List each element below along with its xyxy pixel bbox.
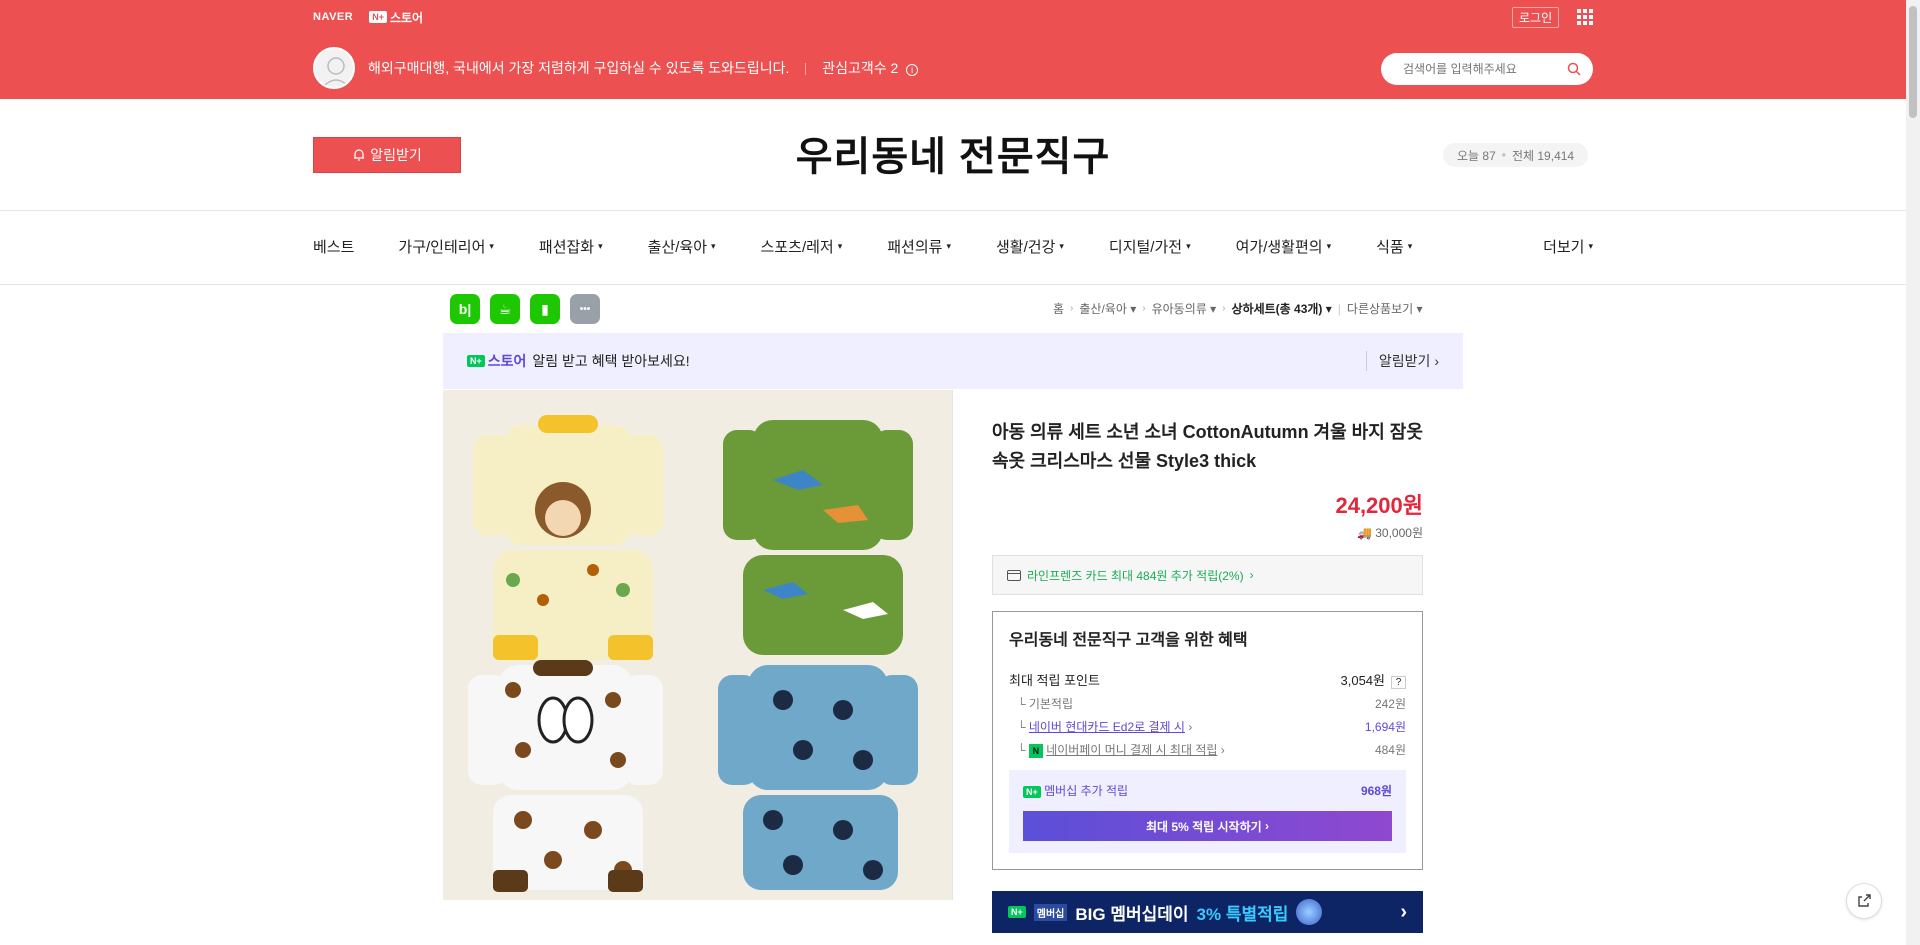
category-nav: 베스트 가구/인테리어 ▾ 패션잡화 ▾ 출산/육아 ▾ 스포츠/레저 ▾ 패션의류 ▾ …	[313, 236, 1593, 257]
today-count: 오늘 87	[1457, 148, 1496, 163]
divider	[0, 210, 1906, 211]
benefit-row-card[interactable]: └ 네이버 현대카드 Ed2로 결제 시 › 1,694원	[1009, 718, 1406, 735]
max-point-row: 최대 적립 포인트 3,054원?	[1009, 670, 1406, 689]
chevron-right-icon: ›	[1400, 900, 1407, 923]
shipping-fee: 🚚 30,000원	[1356, 526, 1423, 540]
npay-icon: N	[1028, 744, 1043, 758]
share-icon[interactable]	[1846, 883, 1882, 919]
banner-highlight: 3% 특별적립	[1196, 904, 1289, 924]
nplus-badge: N+	[1008, 906, 1026, 918]
help-icon[interactable]: ?	[1391, 676, 1406, 689]
promo-text: 알림 받고 혜택 받아보세요!	[532, 353, 690, 369]
benefit-row-npay[interactable]: └ N 네이버페이 머니 결제 시 최대 적립 › 484원	[1009, 741, 1406, 758]
store-logo[interactable]: N+ 스토어	[369, 9, 423, 26]
notification-promo-banner[interactable]: N+ 스토어 알림 받고 혜택 받아보세요! 알림받기 ›	[443, 333, 1463, 389]
visitor-count: 오늘 87 • 전체 19,414	[1443, 143, 1589, 167]
more-icon[interactable]: •••	[570, 294, 600, 324]
product-image[interactable]	[443, 390, 953, 900]
nav-item-living[interactable]: 생활/건강 ▾	[996, 236, 1064, 257]
nplus-store-logo: N+ 스토어	[467, 351, 526, 371]
search-input[interactable]	[1401, 61, 1561, 77]
banner-text: BIG 멤버십데이	[1075, 904, 1189, 924]
product-detail: 아동 의류 세트 소년 소녀 CottonAutumn 겨울 바지 잠옷 속옷 …	[992, 418, 1423, 870]
membership-start-button[interactable]: 최대 5% 적립 시작하기 ›	[1023, 811, 1392, 841]
card-icon	[1007, 569, 1021, 581]
cafe-share-icon[interactable]: ☕	[490, 294, 520, 324]
membership-label: 멤버십 추가 적립	[1044, 784, 1129, 798]
max-point-value: 3,054원	[1340, 673, 1386, 688]
grid-icon[interactable]	[1577, 9, 1593, 25]
store-logo-label: 스토어	[389, 10, 424, 25]
info-icon[interactable]: i	[906, 64, 919, 76]
total-count: 전체 19,414	[1511, 148, 1575, 163]
benefit-title: 우리동네 전문직구 고객을 위한 혜택	[1009, 632, 1248, 649]
breadcrumb-home[interactable]: 홈	[1053, 300, 1064, 317]
breadcrumb: 홈 › 출산/육아 ▾ › 유아동의류 ▾ › 상하세트(총 43개) ▾ | …	[1053, 300, 1423, 317]
nav-item-sports[interactable]: 스포츠/레저 ▾	[761, 236, 843, 257]
nav-item-leisure[interactable]: 여가/생활편의 ▾	[1236, 236, 1332, 257]
divider	[0, 284, 1906, 285]
scrollbar[interactable]	[1906, 0, 1920, 945]
search-box	[1381, 53, 1593, 85]
globe-icon	[1296, 899, 1323, 925]
share-icons: b| ☕ ▮ •••	[450, 294, 600, 324]
breadcrumb-c2[interactable]: 유아동의류 ▾	[1152, 300, 1217, 317]
breadcrumb-c1[interactable]: 출산/육아 ▾	[1079, 300, 1136, 317]
nav-item-digital[interactable]: 디지털/가전 ▾	[1109, 236, 1191, 257]
membership-badge-text: 멤버십	[1033, 903, 1068, 921]
truck-icon: 🚚	[1356, 526, 1372, 540]
store-top-header: NAVER N+ 스토어 로그인 해외구매대행, 국내에서 가장 저렴하게 구입…	[0, 0, 1920, 99]
benefit-row-basic: └ 기본적립 242원	[1017, 697, 1406, 711]
nav-item-fashion-goods[interactable]: 패션잡화 ▾	[539, 236, 603, 257]
interest-count: 관심고객수 2	[822, 60, 899, 76]
store-name[interactable]: 우리동네 전문직구	[0, 124, 1906, 182]
nav-item-fashion-clothes[interactable]: 패션의류 ▾	[887, 236, 951, 257]
product-title: 아동 의류 세트 소년 소녀 CottonAutumn 겨울 바지 잠옷 속옷 …	[992, 422, 1423, 471]
promo-alarm-button[interactable]: 알림받기 ›	[1365, 351, 1439, 371]
nav-item-best[interactable]: 베스트	[313, 236, 354, 257]
card-benefit[interactable]: 라인프렌즈 카드 최대 484원 추가 적립(2%) ›	[992, 555, 1423, 595]
store-description-text: 해외구매대행, 국내에서 가장 저렴하게 구입하실 수 있도록 도와드립니다.	[368, 60, 790, 76]
nav-item-furniture[interactable]: 가구/인테리어 ▾	[398, 236, 494, 257]
nav-item-baby[interactable]: 출산/육아 ▾	[648, 236, 716, 257]
avatar[interactable]	[313, 47, 355, 89]
nav-item-food[interactable]: 식품 ▾	[1376, 236, 1412, 257]
membership-day-banner[interactable]: N+ 멤버십 BIG 멤버십데이 3% 특별적립 ›	[992, 891, 1423, 933]
search-icon[interactable]	[1567, 62, 1581, 76]
nav-item-more[interactable]: 더보기 ▾	[1543, 236, 1593, 257]
blog-share-icon[interactable]: b|	[450, 294, 480, 324]
membership-box: N+ 멤버십 추가 적립 968원 최대 5% 적립 시작하기 ›	[1009, 770, 1406, 853]
breadcrumb-c3[interactable]: 상하세트(총 43개) ▾	[1232, 300, 1332, 317]
nplus-badge: N+	[369, 11, 387, 23]
membership-value: 968원	[1360, 784, 1392, 798]
topbar-left: NAVER N+ 스토어	[313, 8, 423, 26]
product-price: 24,200원	[1335, 493, 1423, 518]
naver-logo[interactable]: NAVER	[313, 11, 353, 23]
login-button[interactable]: 로그인	[1512, 7, 1560, 28]
store-description: 해외구매대행, 국내에서 가장 저렴하게 구입하실 수 있도록 도와드립니다. …	[368, 58, 919, 78]
other-products-button[interactable]: 다른상품보기 ▾	[1347, 300, 1423, 317]
bookmark-icon[interactable]: ▮	[530, 294, 560, 324]
benefit-box: 우리동네 전문직구 고객을 위한 혜택 최대 적립 포인트 3,054원? └ …	[992, 611, 1423, 870]
